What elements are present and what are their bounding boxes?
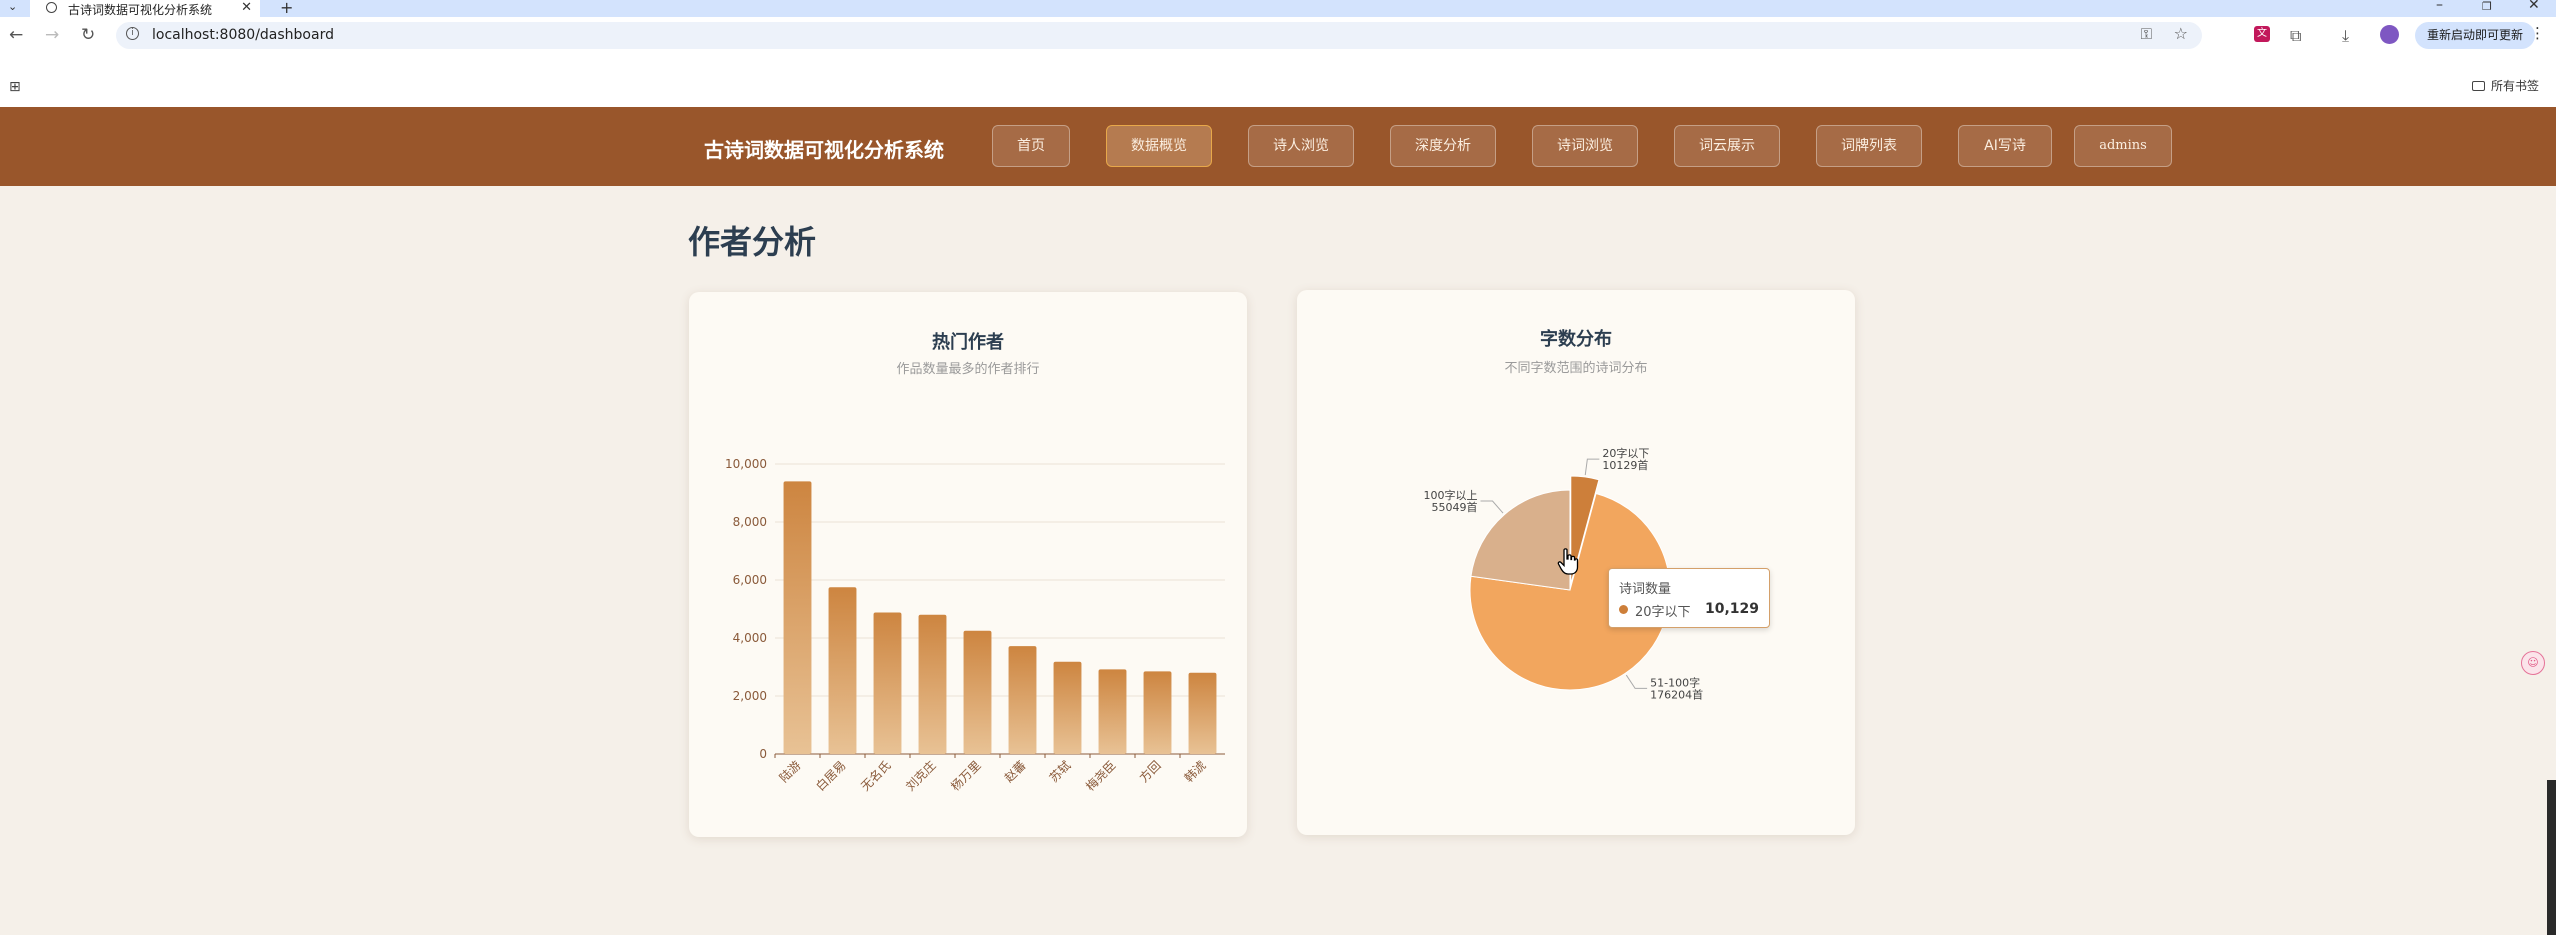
bar [1008,646,1037,754]
globe-icon [46,2,57,13]
browser-tab-active[interactable]: 古诗词数据可视化分析系统 ✕ [30,0,260,17]
minimize-icon[interactable]: – [2436,0,2443,13]
y-tick-label: 2,000 [733,689,767,703]
new-tab-icon[interactable]: + [280,0,293,17]
window-close-icon[interactable]: ✕ [2528,0,2540,13]
y-tick-label: 8,000 [733,515,767,529]
pie-label-line [1584,458,1600,476]
x-tick-label: 白居易 [813,758,849,794]
address-bar[interactable]: i localhost:8080/dashboard ⚿ ☆ [116,22,2202,49]
x-tick-label: 陆游 [776,758,804,786]
url-text[interactable]: localhost:8080/dashboard [152,27,334,43]
floating-assistant-icon[interactable]: ☺ [2521,651,2545,675]
tooltip-series-name: 20字以下 [1635,605,1691,620]
folder-icon [2472,81,2485,91]
bar [783,481,812,754]
x-tick-label: 梅尧臣 [1083,758,1119,794]
download-icon[interactable]: ⤓ [2342,26,2349,46]
x-tick-label: 刘克庄 [903,758,939,794]
translate-extension-icon[interactable]: 文 [2254,26,2270,42]
y-tick-label: 0 [759,747,767,761]
bar [1188,672,1217,754]
password-key-icon[interactable]: ⚿ [2141,25,2152,43]
bookmarks-bar: ⊞ 所有书签 [0,55,2556,107]
pie-data-label: 55049首 [1432,500,1478,514]
bar [1053,661,1082,754]
extensions-puzzle-icon[interactable]: ⧉ [2290,26,2301,46]
tooltip-title: 诗词数量 [1619,582,1672,597]
hand-cursor-icon [1557,548,1579,575]
nav-deep-analysis[interactable]: 深度分析 [1390,125,1496,167]
bar [963,630,992,754]
tab-title: 古诗词数据可视化分析系统 [68,3,213,17]
chart-tooltip: 诗词数量 20字以下 10,129 [1608,568,1770,628]
pie-label-line [1480,500,1504,514]
pie-data-label: 176204首 [1650,687,1703,701]
pie-slice [1470,489,1571,591]
x-tick-label: 赵蕃 [1002,758,1029,785]
nav-ai-poetry[interactable]: AI写诗 [1958,125,2052,167]
all-bookmarks-label: 所有书签 [2491,79,2540,93]
forward-icon[interactable]: → [45,25,59,45]
nav-cipai-list[interactable]: 词牌列表 [1816,125,1922,167]
y-tick-label: 4,000 [733,631,767,645]
nav-poets[interactable]: 诗人浏览 [1248,125,1354,167]
bar [1098,669,1127,754]
apps-grid-icon[interactable]: ⊞ [9,79,21,95]
bar [918,614,947,754]
x-tick-label: 苏轼 [1046,758,1074,786]
pie-data-label: 100字以上 [1424,488,1478,502]
profile-avatar-icon[interactable] [2380,25,2399,44]
tooltip-series-dot [1619,605,1628,614]
y-tick-label: 6,000 [733,573,767,587]
pie-data-label: 51-100字 [1650,675,1700,689]
update-button[interactable]: 重新启动即可更新 [2415,22,2535,49]
section-title: 作者分析 [688,223,817,261]
tab-search-chevron-icon[interactable]: ⌄ [8,0,17,13]
app-title: 古诗词数据可视化分析系统 [704,138,944,162]
x-tick-label: 方回 [1136,758,1164,786]
all-bookmarks-button[interactable]: 所有书签 [2472,77,2539,94]
tooltip-value: 10,129 [1704,601,1759,617]
pie-data-label: 10129首 [1602,458,1648,472]
y-tick-label: 10,000 [725,457,767,471]
bookmark-star-icon[interactable]: ☆ [2174,24,2188,43]
site-info-icon[interactable]: i [126,27,139,40]
top-authors-card: 热门作者 作品数量最多的作者排行 0 2,000 4,000 6,000 8,000 10… [689,292,1247,837]
nav-wordcloud[interactable]: 词云展示 [1674,125,1780,167]
nav-home[interactable]: 首页 [992,125,1070,167]
x-tick-label: 韩淲 [1181,758,1209,786]
restore-icon[interactable]: ❐ [2482,0,2492,13]
close-tab-icon[interactable]: ✕ [241,0,252,15]
x-tick-label: 无名氏 [858,758,894,794]
bar [873,612,902,754]
pie-label-line [1625,674,1648,689]
address-toolbar: ← → ↻ i localhost:8080/dashboard ⚿ ☆ 文 ⧉… [0,17,2556,55]
nav-poems[interactable]: 诗词浏览 [1532,125,1638,167]
scrollbar-thumb[interactable] [2547,780,2556,935]
pie-data-label: 20字以下 [1602,446,1649,460]
nav-admin-user[interactable]: admins [2074,125,2172,167]
bar [1143,671,1172,754]
nav-data-overview[interactable]: 数据概览 [1106,125,1212,167]
app-header: 古诗词数据可视化分析系统 首页 数据概览 诗人浏览 深度分析 诗词浏览 词云展示… [0,107,2556,186]
top-authors-bar-chart: 0 2,000 4,000 6,000 8,000 10,000 陆游 白居易 无名氏 刘克庄 杨万… [725,457,1225,794]
bar [828,587,857,754]
back-icon[interactable]: ← [9,25,23,45]
x-tick-label: 杨万里 [948,758,984,794]
browser-menu-icon[interactable]: ⋮ [2530,24,2545,42]
reload-icon[interactable]: ↻ [81,25,95,45]
browser-tab-strip: ⌄ 古诗词数据可视化分析系统 ✕ + – ❐ ✕ [0,0,2556,17]
